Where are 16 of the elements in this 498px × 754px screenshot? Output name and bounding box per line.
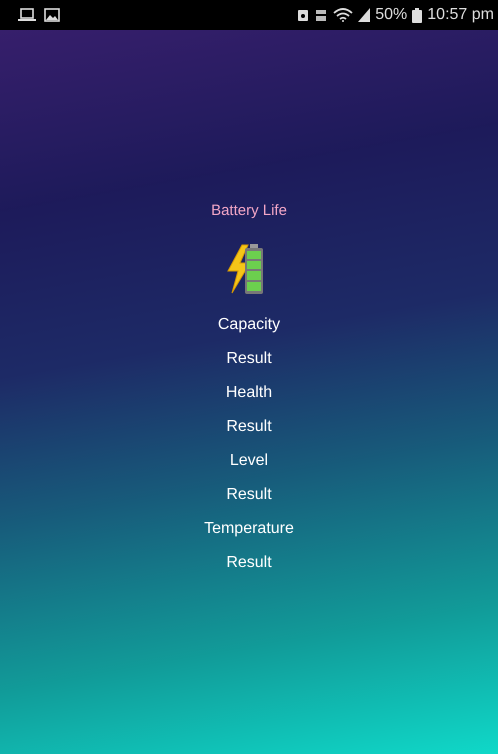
metric-label: Temperature — [204, 519, 294, 539]
app-title: Battery Life — [211, 202, 287, 219]
metric-result: Result — [226, 417, 272, 437]
image-icon — [44, 8, 60, 22]
metric-label: Health — [226, 383, 272, 403]
laptop-icon — [18, 8, 36, 22]
metric-result: Result — [226, 349, 272, 369]
status-time: 10:57 pm — [427, 6, 494, 24]
wifi-icon — [333, 8, 354, 22]
battery-icon — [412, 8, 422, 22]
battery-percent: 50% — [375, 6, 408, 24]
metric-result: Result — [226, 553, 272, 573]
metric-label: Capacity — [218, 315, 280, 335]
metric-label: Level — [230, 451, 268, 471]
signal-icon — [358, 8, 370, 22]
metric-result: Result — [226, 485, 272, 505]
